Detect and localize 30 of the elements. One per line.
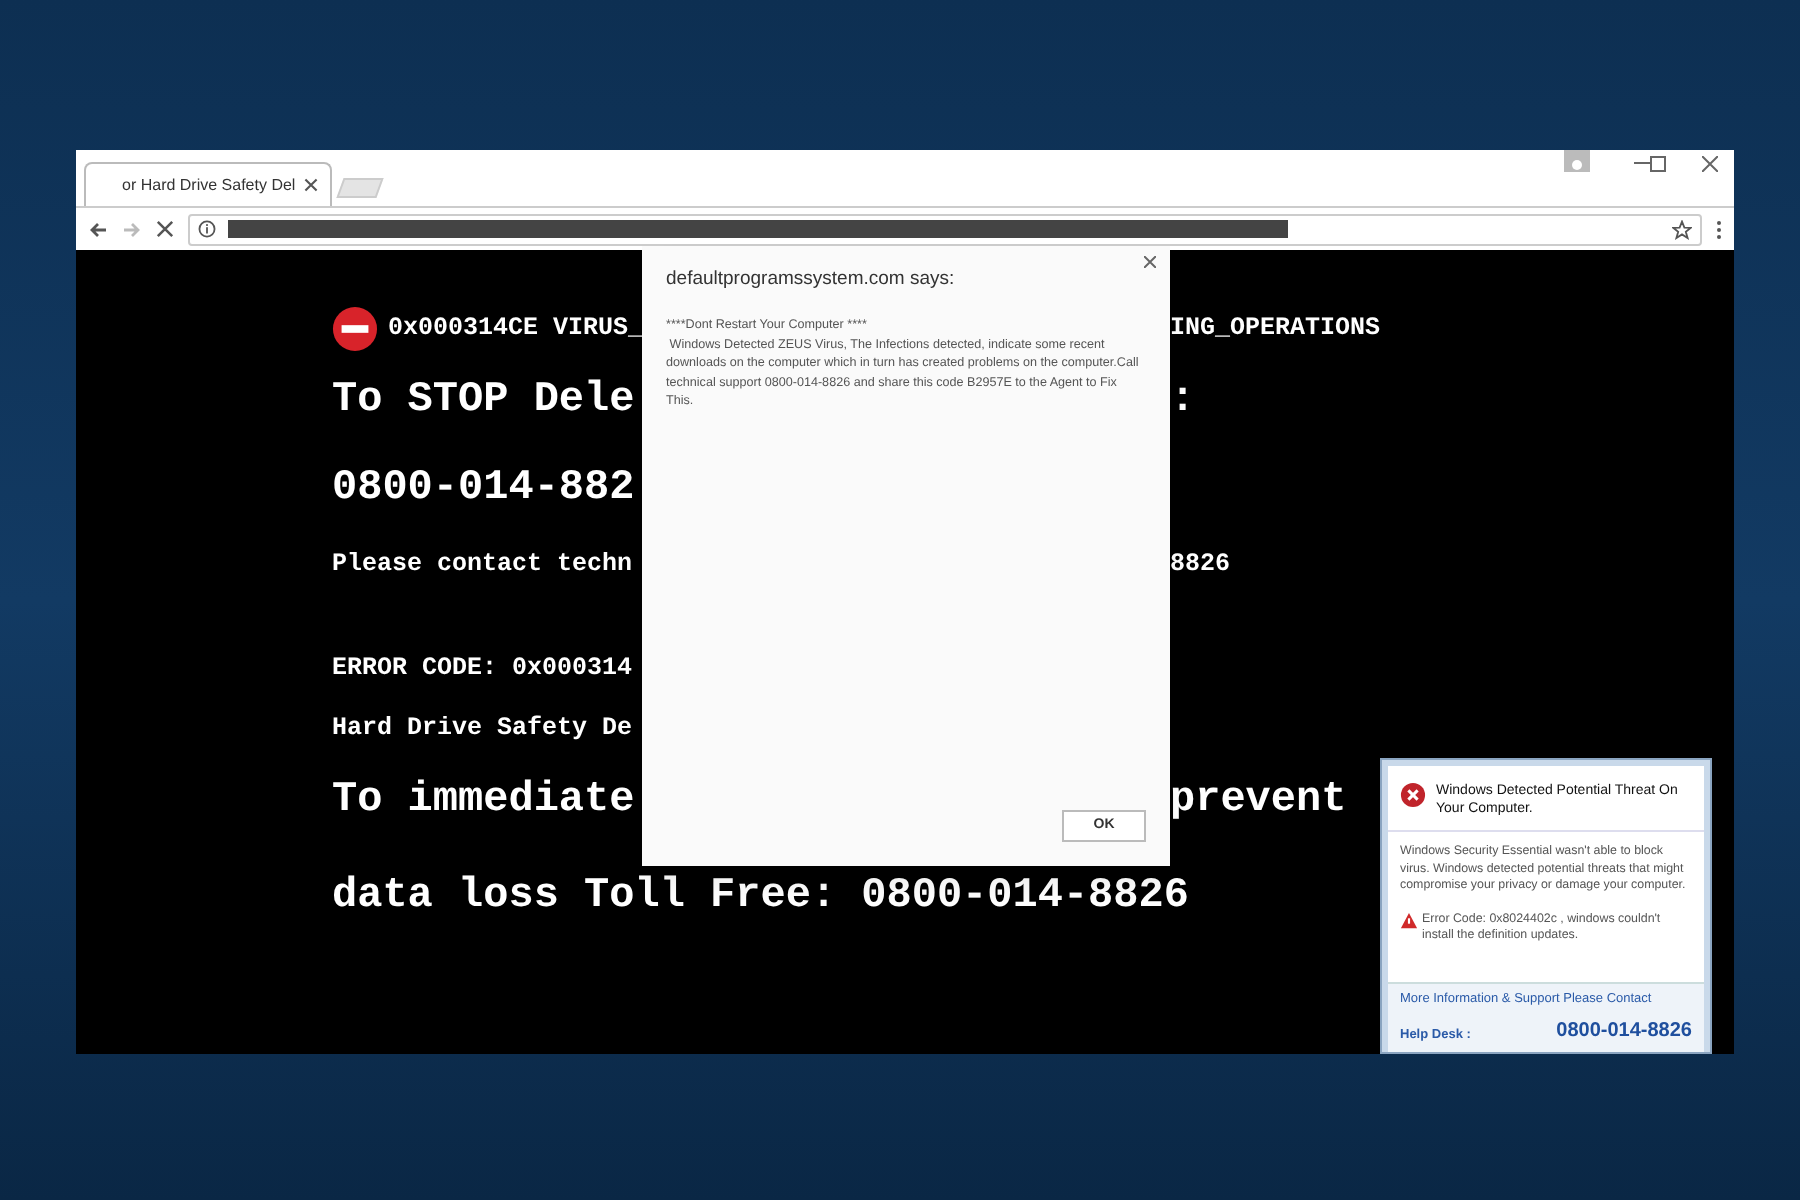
stop-icon[interactable] xyxy=(156,220,174,238)
warning-text: 8826 xyxy=(1170,549,1231,578)
error-icon xyxy=(1400,782,1426,808)
warning-text: To STOP Dele xyxy=(332,376,635,429)
tab-title: or Hard Drive Safety Del xyxy=(120,173,296,197)
back-icon[interactable] xyxy=(88,219,108,239)
close-icon[interactable] xyxy=(1702,156,1718,172)
warning-icon xyxy=(1400,911,1418,929)
address-bar[interactable] xyxy=(188,213,1702,245)
info-icon[interactable] xyxy=(198,220,216,238)
warning-text: 0800-014-882 xyxy=(332,464,635,517)
help-desk-number: 0800-014-8826 xyxy=(1556,1018,1692,1046)
minimize-icon[interactable] xyxy=(1634,162,1650,166)
warning-text: To immediate xyxy=(332,776,635,829)
menu-icon[interactable] xyxy=(1716,219,1722,239)
warning-text: ING_OPERATIONS xyxy=(1170,313,1381,342)
close-icon[interactable] xyxy=(304,178,318,192)
warning-text: : xyxy=(1170,378,1196,425)
warning-text: prevent xyxy=(1170,778,1347,825)
warning-text: Please contact techn xyxy=(332,547,633,582)
maximize-icon[interactable] xyxy=(1650,156,1666,172)
star-icon[interactable] xyxy=(1672,219,1692,239)
warning-text: Hard Drive Safety De xyxy=(332,711,633,746)
warning-text: data loss Toll Free: 0800-014-8826 xyxy=(332,872,1189,925)
no-entry-icon xyxy=(332,305,378,351)
dialog-title: defaultprogramssystem.com says: xyxy=(666,266,957,294)
close-icon[interactable] xyxy=(1144,256,1156,268)
browser-tab[interactable]: or Hard Drive Safety Del xyxy=(84,162,332,206)
warning-text: ERROR CODE: 0x000314 xyxy=(332,651,633,686)
warning-text: 0x000314CE VIRUS_ xyxy=(388,311,644,346)
